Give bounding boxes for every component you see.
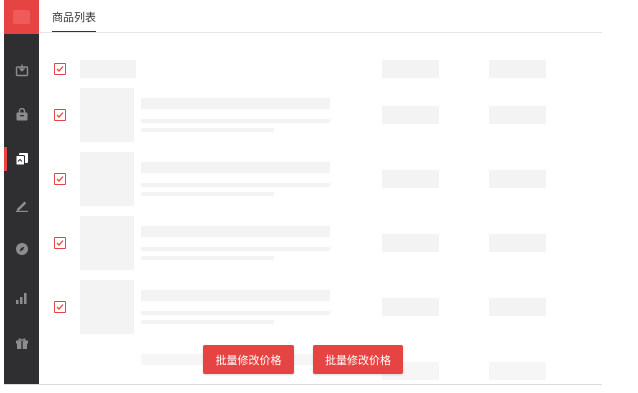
product-thumbnail (80, 88, 134, 142)
product-thumbnail (80, 216, 134, 270)
batch-edit-price-button-secondary[interactable]: 批量修改价格 (313, 345, 403, 374)
product-copy-icon (15, 153, 28, 166)
price-cell (382, 170, 439, 188)
sidebar-item-stats[interactable] (4, 284, 39, 312)
row-checkbox[interactable] (54, 237, 66, 249)
sidebar-item-edit[interactable] (4, 191, 39, 219)
sidebar-item-products[interactable] (4, 145, 39, 173)
product-title-line (141, 98, 330, 109)
stock-cell (489, 298, 546, 316)
product-desc-line (141, 192, 274, 196)
app-logo[interactable] (4, 0, 39, 34)
compass-icon (15, 243, 28, 255)
header-col-price (382, 60, 439, 78)
header-col-product (80, 60, 136, 78)
product-desc-line (141, 247, 330, 251)
app-window: 商品列表 批量修改价格 批量修改价格 (0, 0, 638, 393)
check-icon (56, 112, 64, 118)
batch-edit-price-button[interactable]: 批量修改价格 (203, 345, 294, 374)
stock-cell (489, 234, 546, 252)
row-checkbox[interactable] (54, 173, 66, 185)
product-thumbnail (80, 152, 134, 206)
price-cell (382, 234, 439, 252)
bar-chart-icon (15, 293, 26, 304)
select-all-checkbox[interactable] (54, 63, 66, 75)
product-desc-line (141, 183, 330, 187)
product-desc-line (141, 128, 274, 132)
inbox-download-icon (15, 64, 28, 77)
price-cell (382, 106, 439, 124)
header-divider (40, 32, 602, 33)
product-desc-line (141, 256, 274, 260)
price-cell (382, 298, 439, 316)
row-checkbox[interactable] (54, 109, 66, 121)
product-title-line (141, 162, 330, 173)
sidebar-item-gifts[interactable] (4, 329, 39, 357)
product-title-line (141, 226, 330, 237)
sidebar-item-discover[interactable] (4, 235, 39, 263)
row-checkbox[interactable] (54, 301, 66, 313)
stock-cell (489, 362, 546, 380)
sidebar-item-download[interactable] (4, 56, 39, 84)
product-desc-line (141, 320, 274, 324)
sidebar-item-bag[interactable] (4, 101, 39, 129)
shopping-bag-icon (16, 108, 27, 121)
check-icon (56, 240, 64, 246)
product-desc-line (141, 311, 330, 315)
check-icon (56, 176, 64, 182)
tab-product-list[interactable]: 商品列表 (52, 9, 96, 33)
sidebar (4, 0, 39, 384)
pen-edit-icon (15, 201, 28, 212)
logo-mark (13, 10, 30, 24)
bottom-divider (4, 384, 602, 385)
stock-cell (489, 106, 546, 124)
product-thumbnail (80, 280, 134, 334)
header-col-stock (489, 60, 546, 78)
check-icon (56, 304, 64, 310)
stock-cell (489, 170, 546, 188)
product-desc-line (141, 119, 330, 123)
gift-icon (15, 338, 28, 349)
check-icon (56, 66, 64, 72)
product-title-line (141, 290, 330, 301)
